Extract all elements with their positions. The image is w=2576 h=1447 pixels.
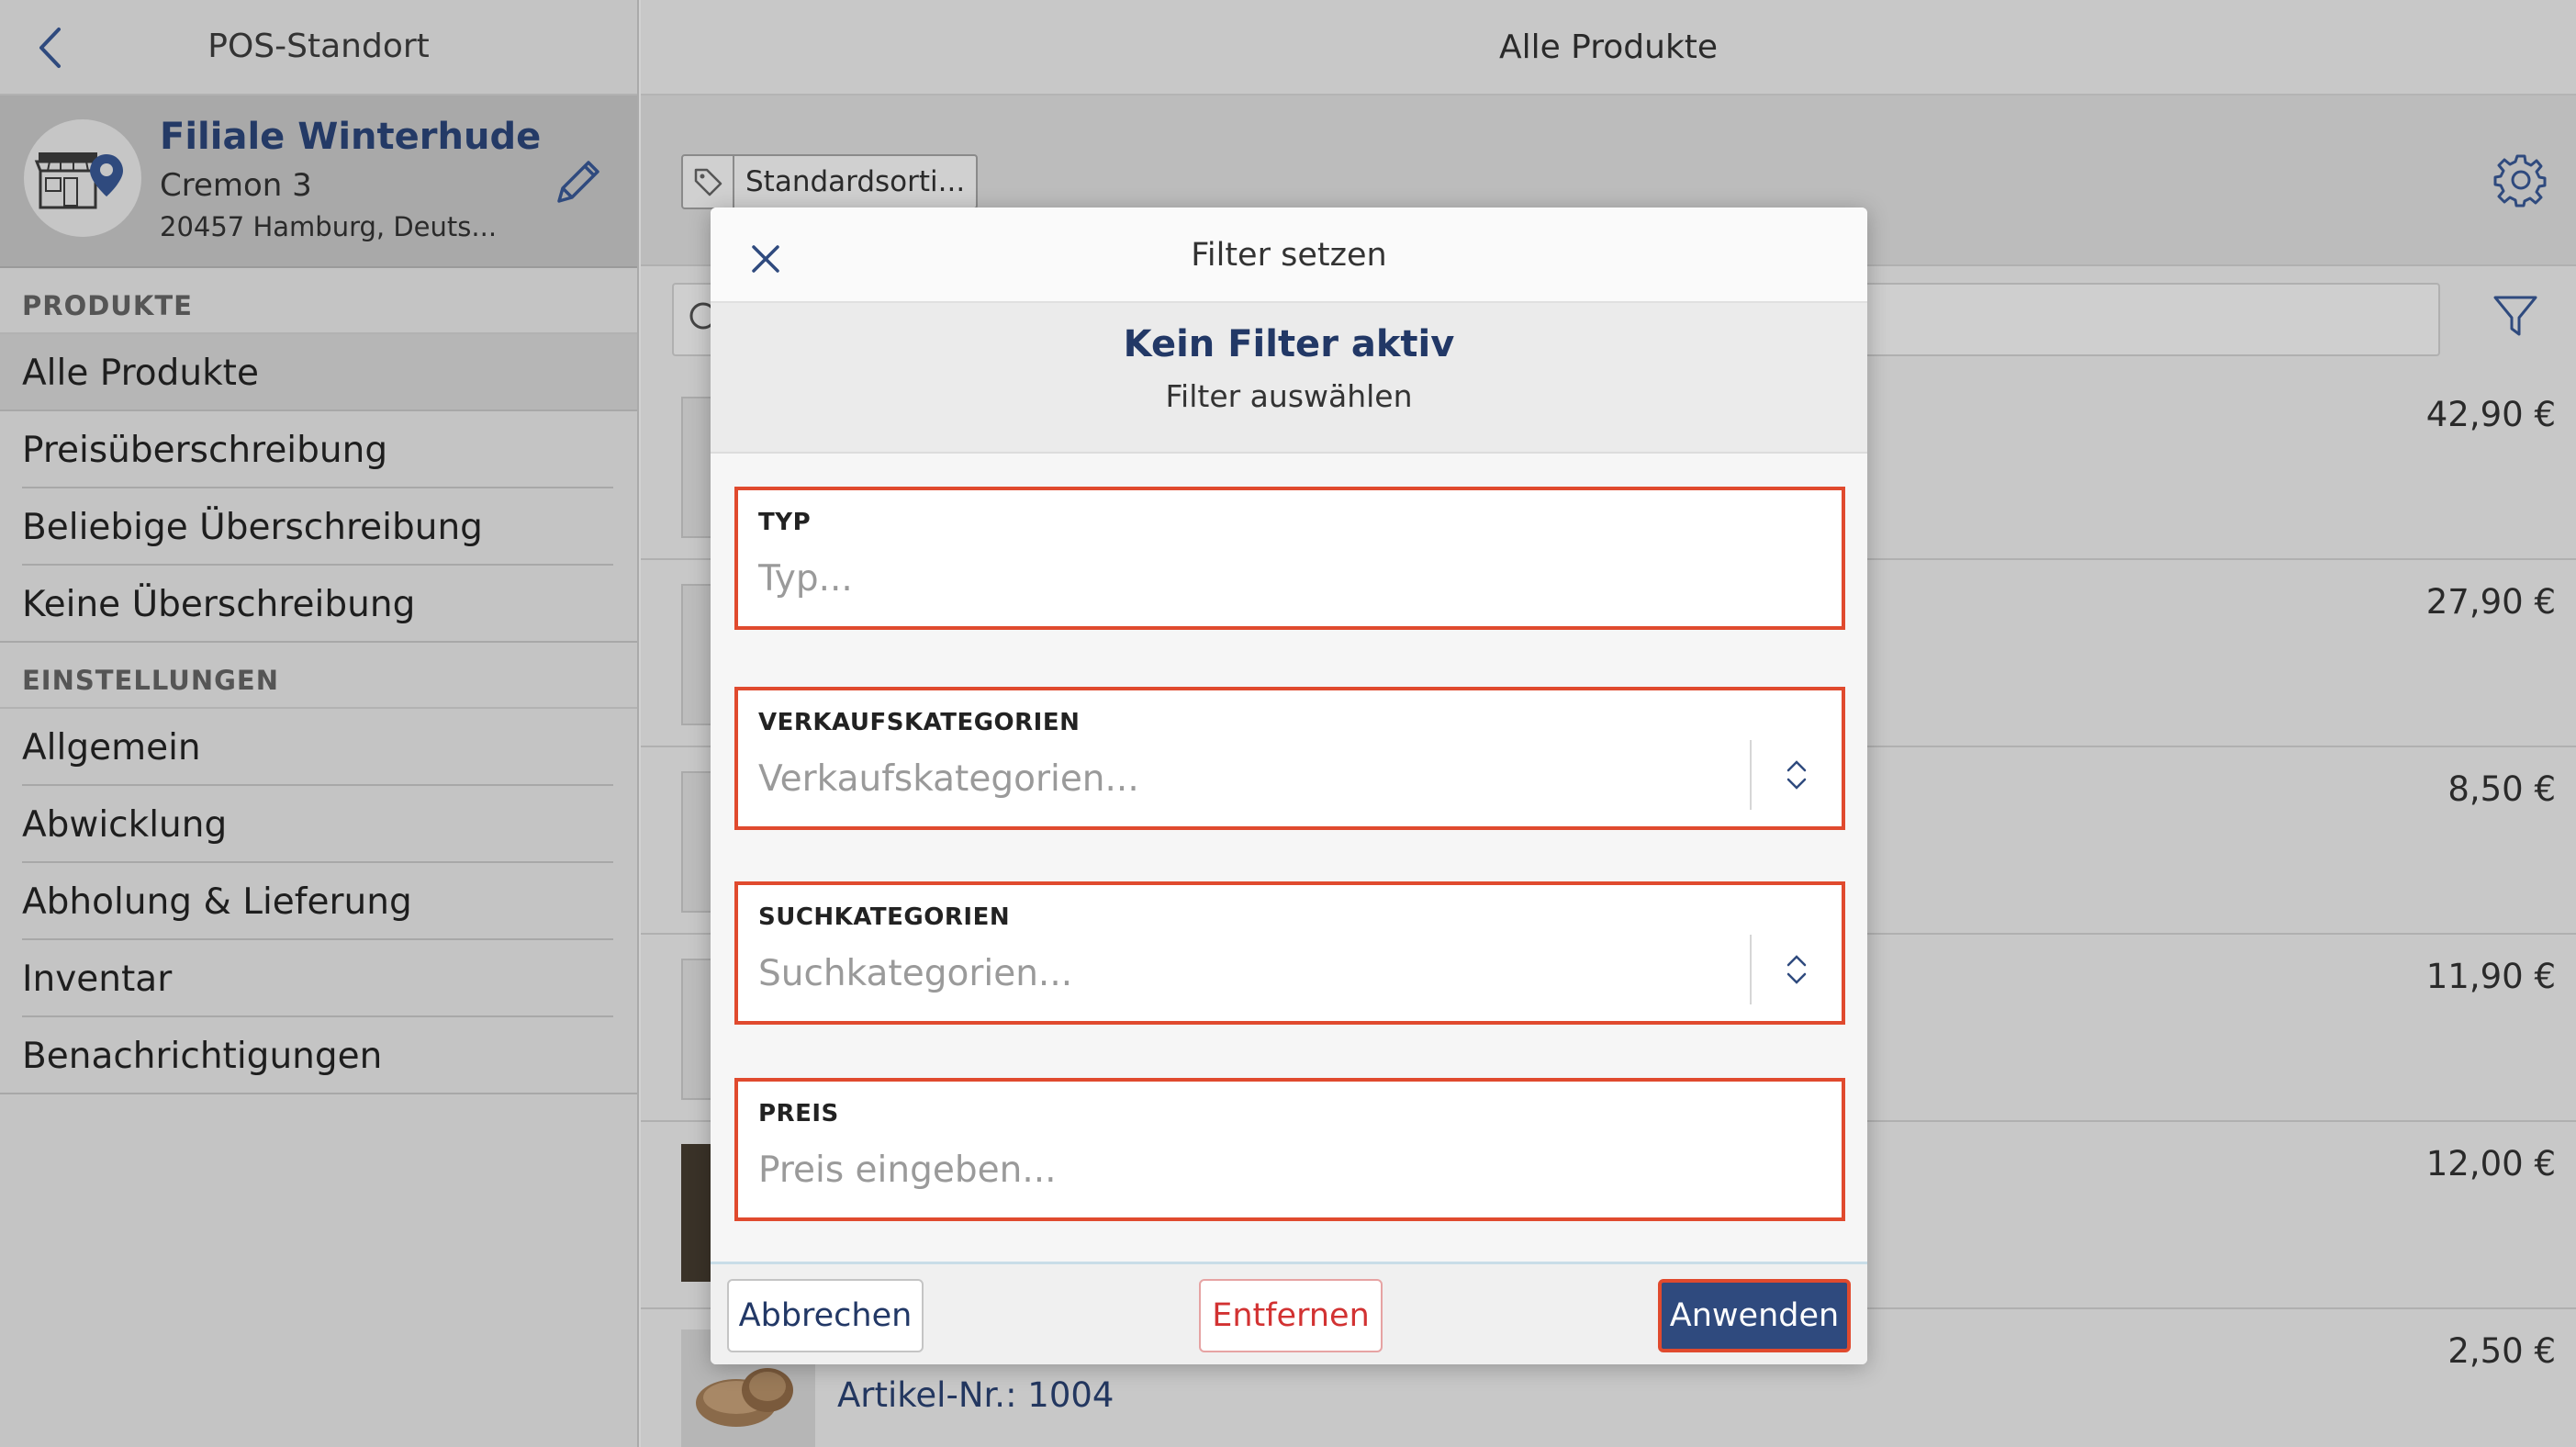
sidebar-item-inventory[interactable]: Inventar bbox=[0, 940, 637, 1017]
settings-button[interactable] bbox=[2492, 151, 2550, 209]
chevron-up-icon bbox=[1786, 760, 1807, 772]
tag-chip-label: Standardsorti... bbox=[745, 165, 966, 198]
filter-status-title: Kein Filter aktiv bbox=[1123, 323, 1455, 365]
product-price: 2,50 € bbox=[2447, 1331, 2556, 1371]
product-price: 27,90 € bbox=[2425, 582, 2556, 622]
section-header-products: PRODUKTE bbox=[0, 268, 637, 334]
chevron-up-icon bbox=[1786, 955, 1807, 967]
product-price: 11,90 € bbox=[2425, 957, 2556, 996]
dialog-body: TYP VERKAUFSKATEGORIEN SUCHKATEGORIEN PR… bbox=[711, 454, 1867, 1262]
filter-dialog: Filter setzen Kein Filter aktiv Filter a… bbox=[711, 208, 1867, 1364]
cancel-button[interactable]: Abbrechen bbox=[727, 1279, 924, 1352]
product-thumbnail bbox=[681, 959, 714, 1100]
store-location-icon bbox=[24, 119, 141, 237]
location-city: 20457 Hamburg, Deuts... bbox=[160, 211, 498, 242]
tag-chip[interactable]: Standardsorti... bbox=[681, 154, 979, 209]
product-thumbnail bbox=[681, 397, 714, 538]
remove-button[interactable]: Entfernen bbox=[1199, 1279, 1383, 1352]
section-header-settings: EINSTELLUNGEN bbox=[0, 643, 637, 709]
filter-status-subtitle: Filter auswählen bbox=[1165, 378, 1413, 414]
main-title: Alle Produkte bbox=[641, 0, 2576, 95]
product-price: 42,90 € bbox=[2425, 395, 2556, 434]
sidebar-item-notifications[interactable]: Benachrichtigungen bbox=[0, 1017, 637, 1094]
dialog-title: Filter setzen bbox=[1191, 237, 1387, 274]
edit-location-button[interactable] bbox=[547, 151, 610, 213]
sidebar-item-no-override[interactable]: Keine Überschreibung bbox=[0, 566, 637, 643]
funnel-icon bbox=[2493, 296, 2537, 336]
product-thumbnail bbox=[681, 771, 714, 913]
search-categories-field: SUCHKATEGORIEN bbox=[734, 881, 1845, 1025]
search-categories-input[interactable] bbox=[758, 946, 1731, 1001]
filter-button[interactable] bbox=[2490, 290, 2548, 349]
sidebar-item-general[interactable]: Allgemein bbox=[0, 709, 637, 786]
type-label: TYP bbox=[758, 509, 812, 536]
chevron-down-icon bbox=[1786, 778, 1807, 790]
dialog-footer: Abbrechen Entfernen Anwenden bbox=[711, 1262, 1867, 1364]
sidebar-item-processing[interactable]: Abwicklung bbox=[0, 786, 637, 863]
sales-categories-input[interactable] bbox=[758, 751, 1731, 806]
sidebar-item-price-override[interactable]: Preisüberschreibung bbox=[0, 411, 637, 488]
location-card[interactable]: Filiale Winterhude Cremon 3 20457 Hambur… bbox=[0, 95, 637, 268]
sales-categories-picker[interactable] bbox=[1750, 740, 1842, 810]
location-name: Filiale Winterhude bbox=[160, 116, 542, 158]
sidebar: POS-Standort Filiale Winterhude Cremon 3… bbox=[0, 0, 639, 1447]
sales-categories-label: VERKAUFSKATEGORIEN bbox=[758, 709, 1081, 736]
gear-icon bbox=[2493, 154, 2547, 208]
location-street: Cremon 3 bbox=[160, 167, 312, 204]
tag-icon bbox=[683, 156, 734, 208]
search-categories-label: SUCHKATEGORIEN bbox=[758, 903, 1011, 931]
product-article-number: Artikel-Nr.: 1004 bbox=[837, 1375, 1114, 1415]
apply-button[interactable]: Anwenden bbox=[1658, 1279, 1851, 1352]
sidebar-title: POS-Standort bbox=[207, 28, 430, 65]
product-thumbnail bbox=[681, 1144, 714, 1282]
pencil-icon bbox=[557, 161, 599, 203]
chevron-down-icon bbox=[1786, 972, 1807, 984]
product-price: 12,00 € bbox=[2425, 1144, 2556, 1183]
price-label: PREIS bbox=[758, 1100, 839, 1127]
sidebar-header: POS-Standort bbox=[0, 0, 637, 95]
search-categories-picker[interactable] bbox=[1750, 935, 1842, 1004]
type-field: TYP bbox=[734, 487, 1845, 630]
product-price: 8,50 € bbox=[2447, 769, 2556, 809]
sidebar-item-any-override[interactable]: Beliebige Überschreibung bbox=[0, 488, 637, 566]
price-field: PREIS bbox=[734, 1078, 1845, 1221]
dialog-header: Filter setzen bbox=[711, 208, 1867, 303]
price-input[interactable] bbox=[758, 1142, 1731, 1197]
filter-status: Kein Filter aktiv Filter auswählen bbox=[711, 303, 1867, 454]
sales-categories-field: VERKAUFSKATEGORIEN bbox=[734, 687, 1845, 830]
product-thumbnail bbox=[681, 584, 714, 725]
type-input[interactable] bbox=[758, 551, 1731, 606]
sidebar-item-all-products[interactable]: Alle Produkte bbox=[0, 334, 637, 411]
sidebar-item-pickup-delivery[interactable]: Abholung & Lieferung bbox=[0, 863, 637, 940]
